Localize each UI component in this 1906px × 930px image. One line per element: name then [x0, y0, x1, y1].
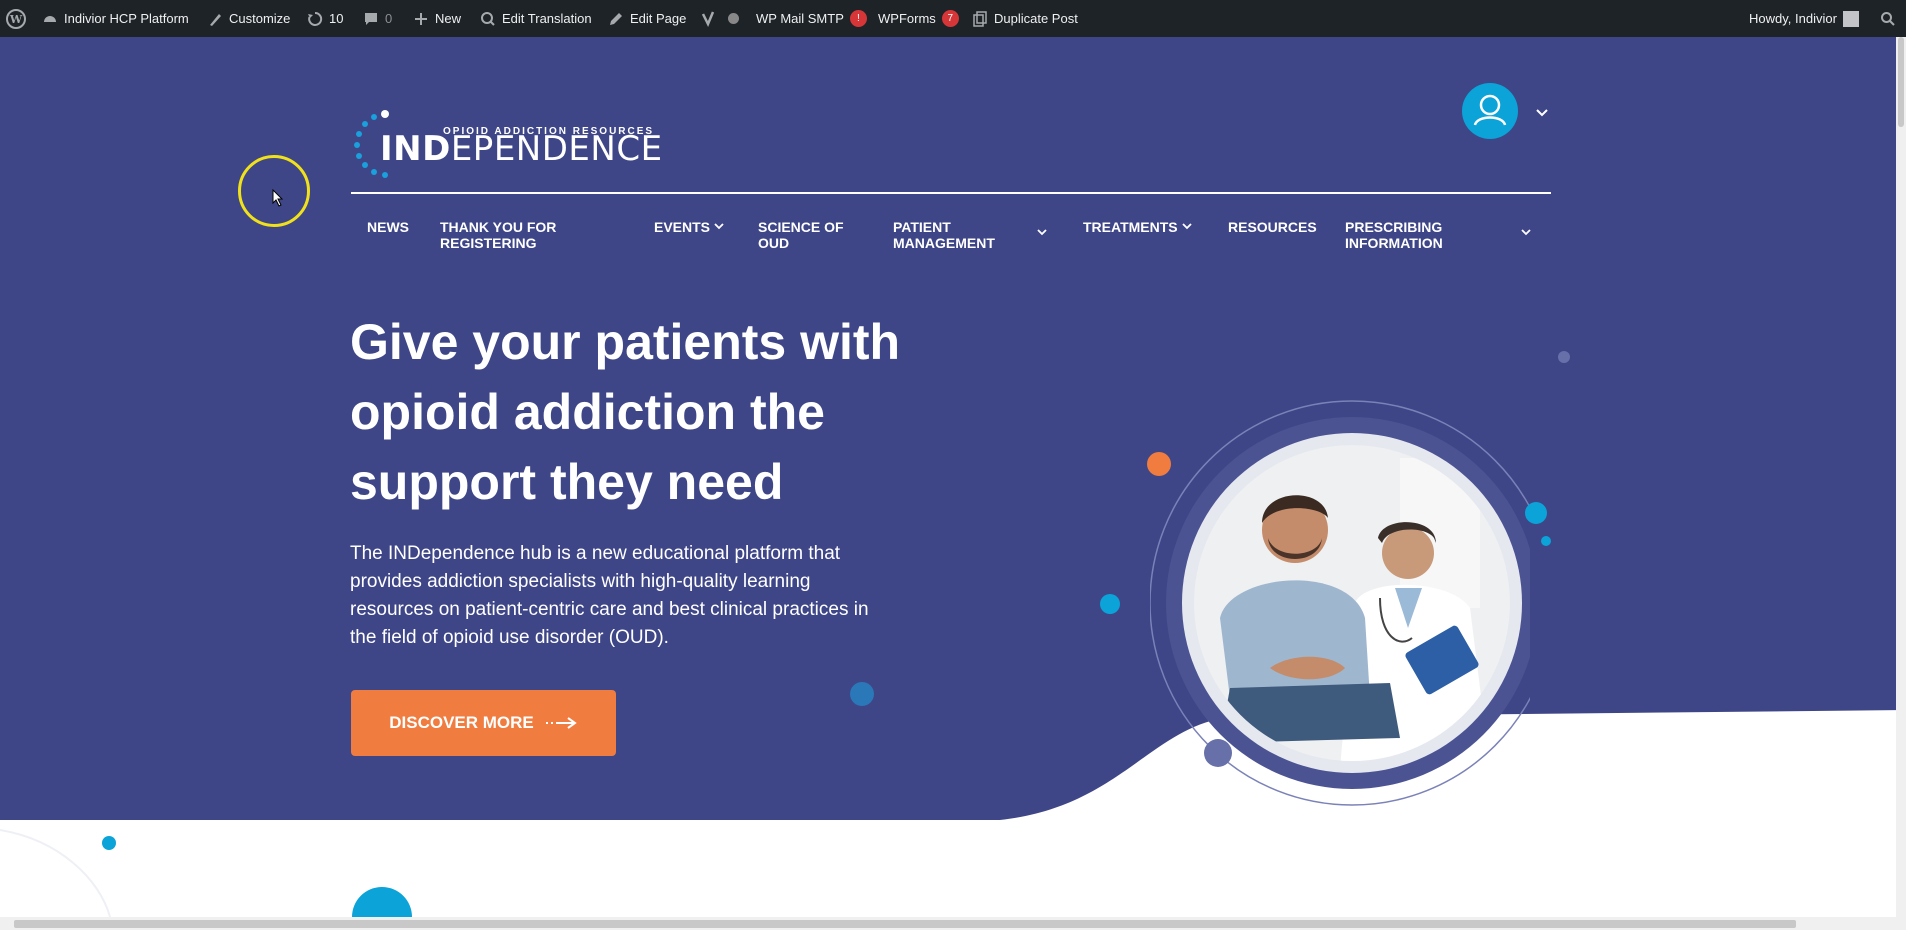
duplicate-post-link[interactable]: Duplicate Post — [972, 0, 1078, 37]
yoast-icon — [701, 11, 715, 27]
duplicate-icon — [973, 10, 987, 27]
admin-avatar — [1842, 10, 1859, 27]
customize-link[interactable]: Customize — [207, 0, 290, 37]
wp-mail-smtp-label: WP Mail SMTP — [756, 11, 844, 26]
wordpress-icon: W — [6, 8, 26, 29]
comments-count: 0 — [385, 11, 393, 26]
below-hero-decoration — [0, 829, 412, 917]
edit-page-link[interactable]: Edit Page — [608, 0, 686, 37]
plus-icon — [415, 12, 427, 25]
updates-count: 10 — [329, 11, 344, 26]
vertical-scrollbar-thumb[interactable] — [1898, 37, 1904, 127]
howdy-label: Howdy, Indivior — [1749, 11, 1837, 26]
wpforms-link[interactable]: WPForms 7 — [878, 0, 959, 37]
customize-label: Customize — [229, 11, 291, 26]
seo-status-dot — [728, 13, 739, 24]
search-icon — [1881, 11, 1895, 26]
svg-text:W: W — [9, 13, 23, 26]
duplicate-post-label: Duplicate Post — [994, 11, 1078, 26]
yoast-link[interactable] — [700, 0, 739, 37]
brush-icon — [210, 13, 221, 26]
wpforms-label: WPForms — [878, 11, 936, 26]
admin-bar: W Indivior HCP Platform Customize 10 0 N… — [0, 0, 1906, 37]
wp-mail-smtp-link[interactable]: WP Mail SMTP ! — [756, 0, 867, 37]
comments-link[interactable]: 0 — [363, 0, 392, 37]
mouse-cursor-icon — [272, 189, 284, 207]
updates-link[interactable]: 10 — [307, 0, 343, 37]
dashboard-icon — [44, 15, 56, 22]
updates-icon — [308, 11, 323, 26]
horizontal-scrollbar-thumb[interactable] — [14, 920, 1796, 928]
new-label: New — [435, 11, 462, 26]
my-account-link[interactable]: Howdy, Indivior — [1749, 0, 1859, 37]
site-name: Indivior HCP Platform — [64, 11, 189, 26]
pencil-icon — [610, 12, 622, 25]
hero-decorative-dots — [1100, 452, 1551, 767]
translation-icon — [481, 11, 495, 26]
site-name-link[interactable]: Indivior HCP Platform — [42, 0, 189, 37]
edit-page-label: Edit Page — [630, 11, 687, 26]
wordpress-menu[interactable]: W — [6, 0, 26, 37]
comment-icon — [365, 12, 377, 25]
new-content-link[interactable]: New — [413, 0, 461, 37]
hero-section: INDEPENDENCE OPIOID ADDICTION RESOURCES … — [0, 37, 1906, 820]
admin-search-button[interactable] — [1880, 0, 1896, 37]
edit-translation-label: Edit Translation — [502, 11, 592, 26]
wp-mail-smtp-badge: ! — [849, 10, 867, 27]
edit-translation-link[interactable]: Edit Translation — [480, 0, 592, 37]
wpforms-badge: 7 — [941, 10, 959, 27]
horizontal-scrollbar[interactable] — [0, 917, 1906, 930]
vertical-scrollbar[interactable] — [1896, 37, 1906, 917]
